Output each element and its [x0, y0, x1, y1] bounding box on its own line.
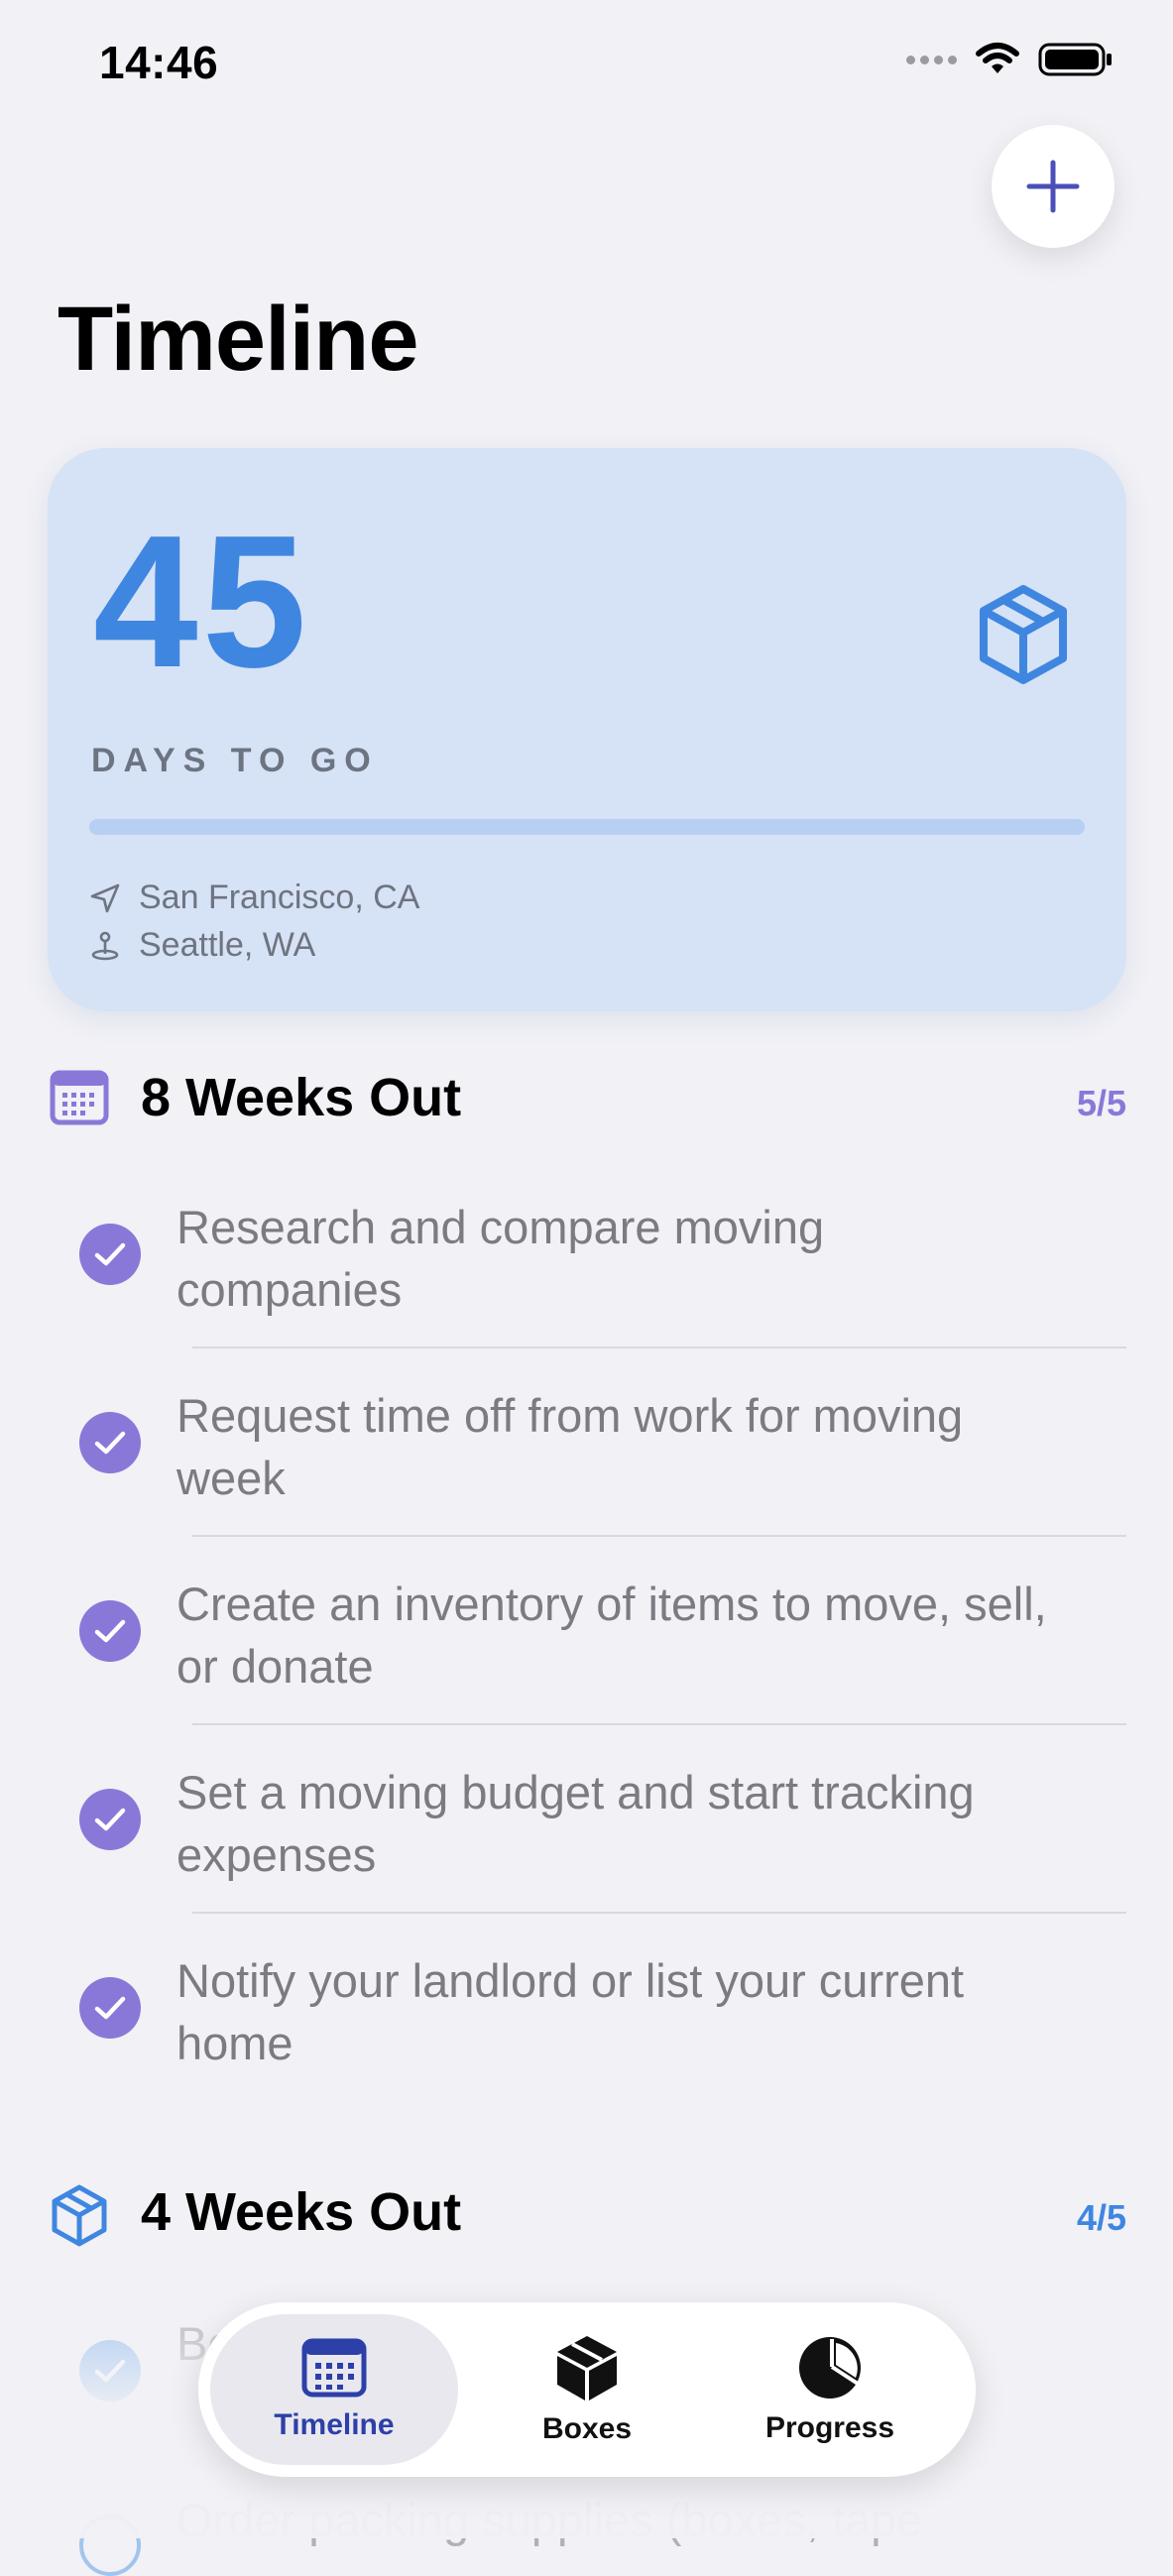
tab-progress[interactable]: Progress	[706, 2314, 954, 2465]
days-remaining: 45	[93, 497, 311, 707]
location-arrow-icon	[90, 883, 120, 912]
task-text: Set a moving budget and start tracking e…	[176, 1766, 975, 1881]
destination-city: Seattle, WA	[139, 926, 316, 964]
task-text: Create an inventory of items to move, se…	[176, 1578, 1047, 1693]
package-icon	[52, 2184, 107, 2247]
section-count: 4/5	[1076, 2197, 1126, 2238]
checkmark-icon	[94, 1808, 126, 1831]
task-item[interactable]: Request time off from work for moving we…	[50, 1348, 1126, 1537]
section-title: 8 Weeks Out	[141, 1068, 462, 1127]
checkmark-circle-icon[interactable]	[79, 1412, 141, 1473]
task-text: Research and compare moving companies	[176, 1201, 825, 1316]
section-title: 4 Weeks Out	[141, 2182, 462, 2242]
cube-icon	[557, 2336, 617, 2400]
checkmark-icon	[94, 1431, 126, 1455]
tab-timeline[interactable]: Timeline	[210, 2314, 458, 2465]
checkmark-circle-icon[interactable]	[79, 1977, 141, 2039]
section-count: 5/5	[1076, 1083, 1126, 1123]
task-list-8-weeks: Research and compare moving companies Re…	[50, 1160, 1126, 2102]
package-icon	[980, 585, 1067, 684]
task-text: Request time off from work for moving we…	[176, 1389, 964, 1504]
plus-icon	[1026, 160, 1080, 213]
pie-chart-icon	[799, 2337, 861, 2399]
battery-icon	[1038, 43, 1112, 76]
tab-bar: Timeline Boxes Progress	[198, 2302, 976, 2477]
status-time: 14:46	[99, 37, 219, 88]
checkmark-circle-icon[interactable]	[79, 1789, 141, 1850]
section-header-4-weeks[interactable]: 4 Weeks Out 4/5	[50, 2171, 1126, 2251]
section-header-8-weeks[interactable]: 8 Weeks Out 5/5	[50, 1057, 1126, 1136]
tab-label: Timeline	[274, 2408, 395, 2441]
add-button[interactable]	[992, 125, 1114, 248]
move-progress-bar	[89, 819, 1085, 835]
task-item[interactable]: Create an inventory of items to move, se…	[50, 1537, 1126, 1725]
task-text: Notify your landlord or list your curren…	[176, 1954, 965, 2069]
checkmark-icon	[94, 1619, 126, 1643]
checkmark-circle-icon[interactable]	[79, 1600, 141, 1662]
cellular-signal-icon	[906, 55, 957, 64]
tab-label: Progress	[764, 2411, 895, 2444]
wifi-icon	[976, 43, 1019, 73]
calendar-icon	[50, 1070, 109, 1125]
checkmark-icon	[94, 1242, 126, 1266]
page-title: Timeline	[58, 289, 419, 390]
tab-boxes[interactable]: Boxes	[463, 2314, 711, 2465]
task-item[interactable]: Notify your landlord or list your curren…	[50, 1914, 1126, 2102]
task-item[interactable]: Set a moving budget and start tracking e…	[50, 1725, 1126, 1914]
countdown-card[interactable]: 45 DAYS TO GO San Francisco, CA Seattle,…	[48, 448, 1126, 1011]
days-to-go-label: DAYS TO GO	[91, 742, 379, 779]
calendar-icon	[301, 2338, 367, 2398]
checkmark-circle-icon[interactable]	[79, 1224, 141, 1285]
destination-pin-icon	[91, 931, 119, 960]
origin-row: San Francisco, CA	[89, 878, 419, 917]
destination-row: Seattle, WA	[89, 926, 315, 965]
origin-city: San Francisco, CA	[139, 878, 420, 916]
status-icons	[906, 42, 1114, 77]
status-bar: 14:46	[0, 0, 1173, 119]
tab-label: Boxes	[541, 2412, 633, 2445]
task-item[interactable]: Research and compare moving companies	[50, 1160, 1126, 1348]
checkmark-icon	[94, 1996, 126, 2020]
